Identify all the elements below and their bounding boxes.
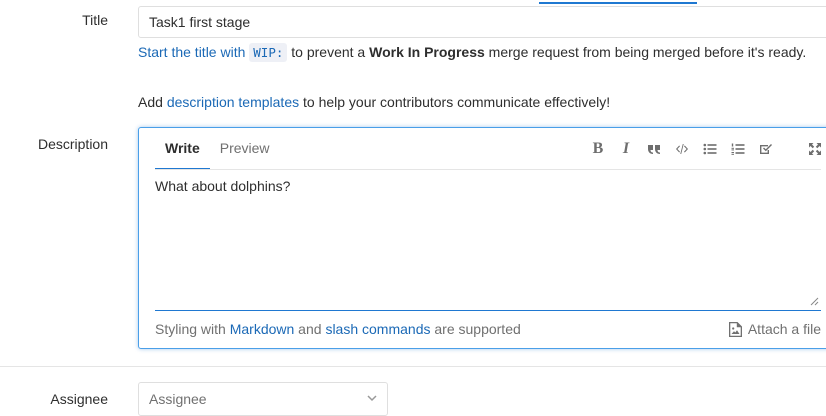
code-icon[interactable] xyxy=(668,138,696,160)
file-image-icon xyxy=(728,321,742,337)
tabs-divider xyxy=(155,169,821,170)
wip-code: WIP: xyxy=(249,43,288,62)
tab-write[interactable]: Write xyxy=(155,128,210,170)
textarea-focus-line xyxy=(155,310,821,311)
resize-handle[interactable] xyxy=(809,296,819,306)
markdown-toolbar: B I xyxy=(584,138,780,160)
assignee-label: Assignee xyxy=(50,391,108,407)
editor-tabs: Write Preview xyxy=(155,128,280,170)
task-list-icon[interactable] xyxy=(752,138,780,160)
active-tab-indicator xyxy=(539,2,697,4)
description-textarea[interactable]: What about dolphins? xyxy=(155,178,821,310)
templates-help-text: Add description templates to help your c… xyxy=(138,94,611,110)
bullet-list-icon[interactable] xyxy=(696,138,724,160)
italic-icon[interactable]: I xyxy=(612,138,640,160)
wip-help-text: Start the title with WIP: to prevent a W… xyxy=(138,43,807,62)
slash-commands-link[interactable]: slash commands xyxy=(325,321,430,337)
numbered-list-icon[interactable] xyxy=(724,138,752,160)
tab-preview[interactable]: Preview xyxy=(210,128,280,170)
title-input[interactable] xyxy=(138,6,826,38)
assignee-dropdown[interactable]: Assignee xyxy=(138,382,388,416)
bold-icon[interactable]: B xyxy=(584,138,612,160)
section-divider xyxy=(0,366,826,367)
markdown-help-text: Styling with Markdown and slash commands… xyxy=(155,321,521,337)
title-label: Title xyxy=(82,12,108,28)
description-label: Description xyxy=(37,136,108,152)
description-templates-link[interactable]: description templates xyxy=(167,94,299,110)
fullscreen-icon[interactable] xyxy=(801,138,826,160)
description-editor: Write Preview B I What about dolphins? S… xyxy=(138,127,826,349)
wip-bold-text: Work In Progress xyxy=(369,44,485,60)
chevron-down-icon xyxy=(367,395,377,402)
markdown-link[interactable]: Markdown xyxy=(230,321,295,337)
assignee-placeholder: Assignee xyxy=(149,391,207,407)
wip-help-link[interactable]: Start the title with xyxy=(138,44,245,60)
attach-file-label: Attach a file xyxy=(747,321,821,337)
quote-icon[interactable] xyxy=(640,138,668,160)
attach-file-button[interactable]: Attach a file xyxy=(728,321,821,337)
